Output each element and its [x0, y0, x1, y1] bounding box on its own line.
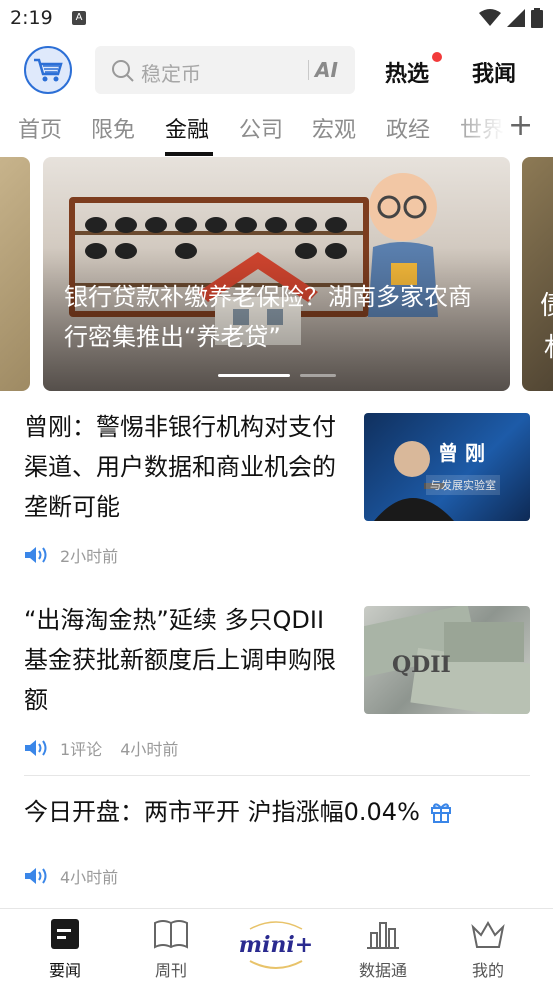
tab-fade — [450, 104, 505, 158]
news-meta: 2小时前 — [24, 543, 136, 567]
signal-icon — [507, 9, 525, 27]
speaker-icon[interactable] — [24, 867, 50, 885]
status-bar: 2:19 A — [0, 0, 553, 36]
status-icons — [479, 8, 543, 28]
news-item[interactable]: 今日开盘：两市平开 沪指涨幅0.04% 4小时前 — [0, 790, 553, 900]
search-icon — [112, 60, 134, 82]
news-title[interactable]: 曾刚：警惕非银行机构对支付渠道、用户数据和商业机会的垄断可能 — [24, 407, 344, 527]
wifi-icon — [479, 9, 501, 26]
battery-icon — [531, 8, 543, 28]
news-title[interactable]: 今日开盘：两市平开 沪指涨幅0.04% — [24, 792, 420, 832]
add-tab-icon[interactable]: + — [508, 108, 533, 143]
news-title[interactable]: “出海淘金热”延续 多只QDII基金获批新额度后上调申购限额 — [24, 600, 344, 720]
news-meta: 4小时前 — [24, 864, 136, 888]
top-bar: 稳定币 AI 热选 我闻 — [0, 44, 553, 98]
divider — [24, 775, 530, 776]
thumbnail-text: QDII — [392, 652, 451, 678]
speaker-icon[interactable] — [24, 739, 50, 757]
search-bar[interactable]: 稳定币 AI — [95, 46, 355, 94]
active-tab-indicator — [165, 152, 213, 156]
carousel-dot-active — [218, 374, 290, 377]
tab-finance[interactable]: 金融 — [165, 112, 209, 144]
headline-carousel[interactable]: 银行贷款补缴养老保险？湖南多家农商行密集推出“养老贷” 债 札 — [0, 157, 553, 391]
bar-chart-icon — [367, 922, 399, 949]
search-input[interactable]: 稳定币 — [141, 58, 201, 87]
tab-home[interactable]: 首页 — [18, 112, 62, 144]
nav-data[interactable]: 数据通 — [338, 909, 428, 985]
status-time: 2:19 — [10, 7, 53, 29]
news-thumbnail[interactable]: 曾 刚 与发展实验室 — [364, 413, 530, 521]
app-logo-cart-icon[interactable] — [24, 46, 72, 94]
news-title-row: 今日开盘：两市平开 沪指涨幅0.04% — [24, 792, 452, 832]
nav-weekly-label: 周刊 — [154, 961, 187, 980]
carousel-slide[interactable]: 银行贷款补缴养老保险？湖南多家农商行密集推出“养老贷” — [43, 157, 510, 391]
my-news-link[interactable]: 我闻 — [472, 56, 516, 88]
ai-icon[interactable]: AI — [315, 58, 338, 82]
category-tabs: 首页 限免 金融 公司 宏观 政经 世界 + — [0, 104, 553, 158]
news-item[interactable]: 曾刚：警惕非银行机构对支付渠道、用户数据和商业机会的垄断可能 曾 刚 与发展实验… — [0, 405, 553, 585]
thumbnail-subtext: 与发展实验室 — [426, 475, 500, 495]
hot-picks-link[interactable]: 热选 — [385, 56, 429, 88]
tab-free[interactable]: 限免 — [91, 112, 135, 144]
news-comments[interactable]: 1评论 — [60, 736, 102, 760]
news-time: 4小时前 — [60, 868, 119, 887]
news-meta: 1评论 4小时前 — [24, 736, 196, 760]
notification-dot — [432, 52, 442, 62]
nav-news-label: 要闻 — [48, 961, 81, 980]
news-thumbnail[interactable]: QDII — [364, 606, 530, 714]
speaker-icon[interactable] — [24, 546, 50, 564]
news-time: 4小时前 — [120, 740, 179, 759]
news-time: 2小时前 — [60, 547, 119, 566]
next-slide-text: 札 — [544, 327, 553, 364]
thumbnail-text: 曾 刚 — [438, 441, 485, 465]
gift-icon — [430, 803, 451, 823]
tab-company[interactable]: 公司 — [239, 112, 283, 144]
news-item[interactable]: “出海淘金热”延续 多只QDII基金获批新额度后上调申购限额 QDII 1评论 … — [0, 598, 553, 778]
carousel-dot — [300, 374, 336, 377]
carousel-prev-slide[interactable] — [0, 157, 30, 391]
carousel-next-slide[interactable]: 债 札 — [522, 157, 553, 391]
nav-news[interactable]: 要闻 — [20, 909, 110, 985]
nav-weekly[interactable]: 周刊 — [126, 909, 216, 985]
nav-data-label: 数据通 — [358, 961, 407, 980]
nav-mine[interactable]: 我的 — [443, 909, 533, 985]
carousel-title[interactable]: 银行贷款补缴养老保险？湖南多家农商行密集推出“养老贷” — [64, 277, 494, 357]
tab-politics[interactable]: 政经 — [386, 112, 430, 144]
bottom-nav: 要闻 周刊 mini+ 数据通 我的 — [0, 908, 553, 984]
search-divider — [308, 60, 309, 80]
book-icon — [154, 920, 188, 949]
crown-icon — [471, 921, 505, 948]
carousel-indicator — [218, 374, 336, 377]
next-slide-text: 债 — [540, 285, 553, 322]
nav-mini-plus[interactable]: mini+ — [239, 915, 313, 975]
nav-mine-label: 我的 — [471, 961, 504, 980]
tab-macro[interactable]: 宏观 — [312, 112, 356, 144]
notification-icon: A — [72, 11, 86, 25]
news-icon — [51, 919, 79, 949]
